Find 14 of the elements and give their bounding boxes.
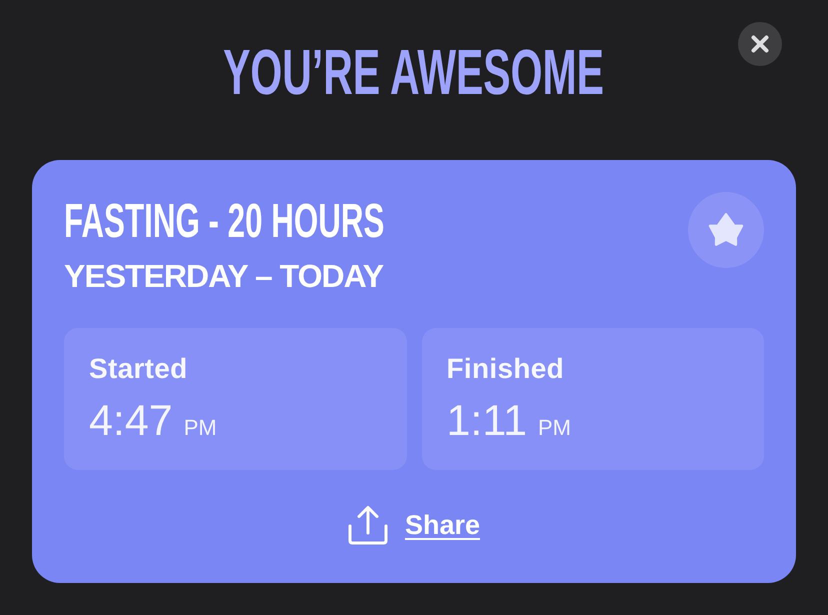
time-label: Finished <box>446 354 564 382</box>
share-icon <box>348 505 388 546</box>
time-period: PM <box>538 416 571 438</box>
time-period: PM <box>184 416 217 438</box>
close-button[interactable] <box>738 22 782 66</box>
share-button[interactable]: Share <box>348 505 480 546</box>
time-value: 1:11 <box>446 400 527 442</box>
time-label: Started <box>89 354 188 382</box>
time-value: 4:47 <box>89 400 173 442</box>
fast-title: FASTING - 20 HOURS <box>64 198 384 246</box>
close-icon <box>751 35 769 53</box>
date-range: YESTERDAY – TODAY <box>64 260 384 292</box>
page-title: YOU’RE AWESOME <box>224 40 604 104</box>
star-icon <box>708 213 744 247</box>
